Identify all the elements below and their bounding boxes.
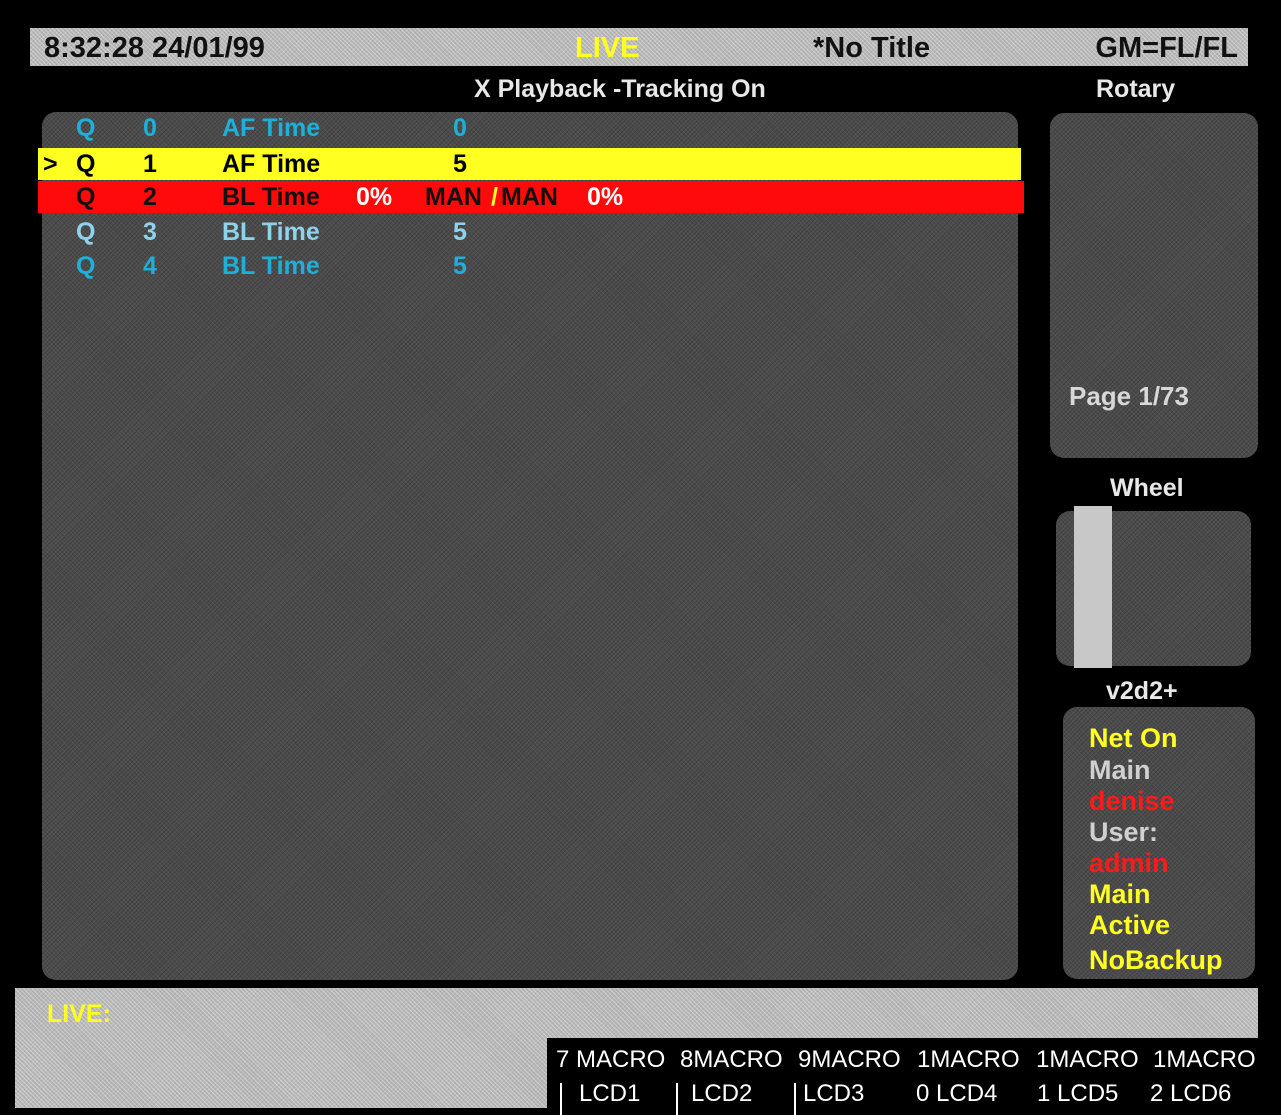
- console-role: Main: [1089, 879, 1151, 909]
- cue-type: BL Time: [222, 218, 320, 246]
- rotary-heading: Rotary: [1096, 75, 1176, 103]
- macro-softkeys: 7 MACRO 8MACRO 9MACRO 1MACRO 1MACRO 1MAC…: [547, 1038, 1281, 1115]
- cue-number: 3: [143, 218, 157, 246]
- cue-manual-left: MAN: [425, 183, 482, 211]
- cue-type: BL Time: [222, 183, 320, 211]
- macro-key-3-label[interactable]: 9MACRO: [798, 1046, 901, 1074]
- cue-row-1-current[interactable]: > Q 1 AF Time 5: [38, 148, 1021, 180]
- status-bar: 8:32:28 24/01/99 LIVE *No Title GM=FL/FL: [30, 28, 1248, 66]
- wheel-heading: Wheel: [1110, 474, 1184, 502]
- backup-status: NoBackup: [1089, 945, 1223, 975]
- rotary-panel[interactable]: Page 1/73: [1050, 113, 1258, 458]
- current-cue-pointer: >: [43, 150, 58, 178]
- macro-key-6-label[interactable]: 1MACRO: [1153, 1046, 1256, 1074]
- lcd-key-4[interactable]: 0 LCD4: [916, 1080, 997, 1108]
- command-line-label: LIVE:: [47, 1000, 111, 1028]
- cue-type: AF Time: [222, 150, 321, 178]
- cue-type: AF Time: [222, 114, 321, 142]
- cue-fade-percent: 0%: [356, 183, 393, 211]
- cue-number: 1: [143, 150, 157, 178]
- macro-key-5-label[interactable]: 1MACRO: [1036, 1046, 1139, 1074]
- show-title: *No Title: [813, 32, 931, 64]
- cue-q: Q: [76, 114, 96, 142]
- cue-row-4[interactable]: Q 4 BL Time 5: [40, 250, 1020, 282]
- cue-row-3[interactable]: Q 3 BL Time 5: [40, 216, 1020, 248]
- mode-indicator: LIVE: [575, 32, 640, 64]
- playback-heading: X Playback -Tracking On: [474, 75, 766, 103]
- cue-value: 0: [453, 114, 467, 142]
- macro-separator: [676, 1083, 678, 1115]
- cue-manual-right: MAN: [501, 183, 558, 211]
- cue-row-0[interactable]: Q 0 AF Time 0: [40, 112, 1020, 144]
- cue-q: Q: [76, 183, 96, 211]
- cue-value: 5: [453, 218, 467, 246]
- macro-key-4-label[interactable]: 1MACRO: [917, 1046, 1020, 1074]
- network-heading: v2d2+: [1106, 677, 1178, 705]
- net-status: Net On: [1089, 723, 1178, 753]
- cue-manual-separator: /: [491, 183, 498, 211]
- cue-value: 5: [453, 252, 467, 280]
- lcd-key-1[interactable]: LCD1: [579, 1080, 640, 1108]
- user-name: admin: [1089, 848, 1169, 878]
- cue-row-2-running[interactable]: Q 2 BL Time 0% MAN / MAN 0%: [38, 181, 1024, 213]
- cue-q: Q: [76, 252, 96, 280]
- console-state: Active: [1089, 910, 1171, 940]
- cue-fade-percent-2: 0%: [587, 183, 624, 211]
- grand-master-status: GM=FL/FL: [1095, 32, 1238, 64]
- cue-value: 5: [453, 150, 467, 178]
- macro-key-1-label[interactable]: 7 MACRO: [556, 1046, 665, 1074]
- user-label: User:: [1089, 817, 1159, 847]
- cue-q: Q: [76, 218, 96, 246]
- lcd-key-6[interactable]: 2 LCD6: [1150, 1080, 1231, 1108]
- cue-number: 2: [143, 183, 157, 211]
- cue-type: BL Time: [222, 252, 320, 280]
- macro-separator: [560, 1083, 562, 1115]
- clock: 8:32:28 24/01/99: [44, 32, 265, 64]
- net-node: Main: [1089, 755, 1151, 785]
- lcd-key-3[interactable]: LCD3: [803, 1080, 864, 1108]
- cue-number: 0: [143, 114, 157, 142]
- cue-number: 4: [143, 252, 157, 280]
- macro-separator: [794, 1083, 796, 1115]
- lcd-key-5[interactable]: 1 LCD5: [1037, 1080, 1118, 1108]
- network-status-panel: Net On Main denise User: admin Main Acti…: [1063, 707, 1255, 979]
- lcd-key-2[interactable]: LCD2: [691, 1080, 752, 1108]
- rotary-page-indicator: Page 1/73: [1069, 381, 1189, 411]
- net-host: denise: [1089, 786, 1175, 816]
- cue-q: Q: [76, 150, 96, 178]
- wheel-level-bar[interactable]: [1074, 506, 1112, 668]
- macro-key-2-label[interactable]: 8MACRO: [680, 1046, 783, 1074]
